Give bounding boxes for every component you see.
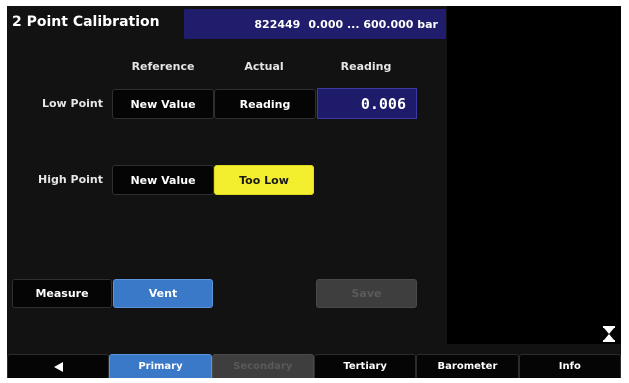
tab-primary[interactable]: Primary [109,354,212,378]
tab-tertiary[interactable]: Tertiary [313,354,417,378]
channel-info-badge[interactable]: 822449 0.000 ... 600.000 bar [184,9,446,39]
right-panel [447,6,621,344]
back-button[interactable] [7,354,110,378]
column-header-reading: Reading [340,60,392,73]
tab-secondary[interactable]: Secondary [211,354,314,378]
calibration-screen: 2 Point Calibration 822449 0.000 ... 600… [7,6,621,378]
high-point-new-value-button[interactable]: New Value [112,165,214,195]
low-point-reading-value: 0.006 [317,88,417,119]
low-point-label: Low Point [41,97,103,110]
hourglass-scroll-icon[interactable] [602,326,616,342]
high-point-label: High Point [38,173,103,186]
serial-number: 822449 [254,17,301,31]
tab-barometer[interactable]: Barometer [416,354,519,378]
measure-button[interactable]: Measure [12,279,112,308]
high-point-too-low-button[interactable]: Too Low [214,165,314,195]
vent-button[interactable]: Vent [113,279,213,308]
pressure-range: 0.000 ... 600.000 bar [308,17,438,31]
save-button[interactable]: Save [316,279,417,308]
back-arrow-icon [53,361,63,372]
page-title: 2 Point Calibration [12,14,160,30]
bottom-tab-bar: Primary Secondary Tertiary Barometer Inf… [7,354,621,378]
column-header-actual: Actual [244,60,284,73]
low-point-reading-button[interactable]: Reading [214,89,316,119]
tab-info[interactable]: Info [518,354,621,378]
low-point-new-value-button[interactable]: New Value [112,89,214,119]
column-header-reference: Reference [131,60,195,73]
